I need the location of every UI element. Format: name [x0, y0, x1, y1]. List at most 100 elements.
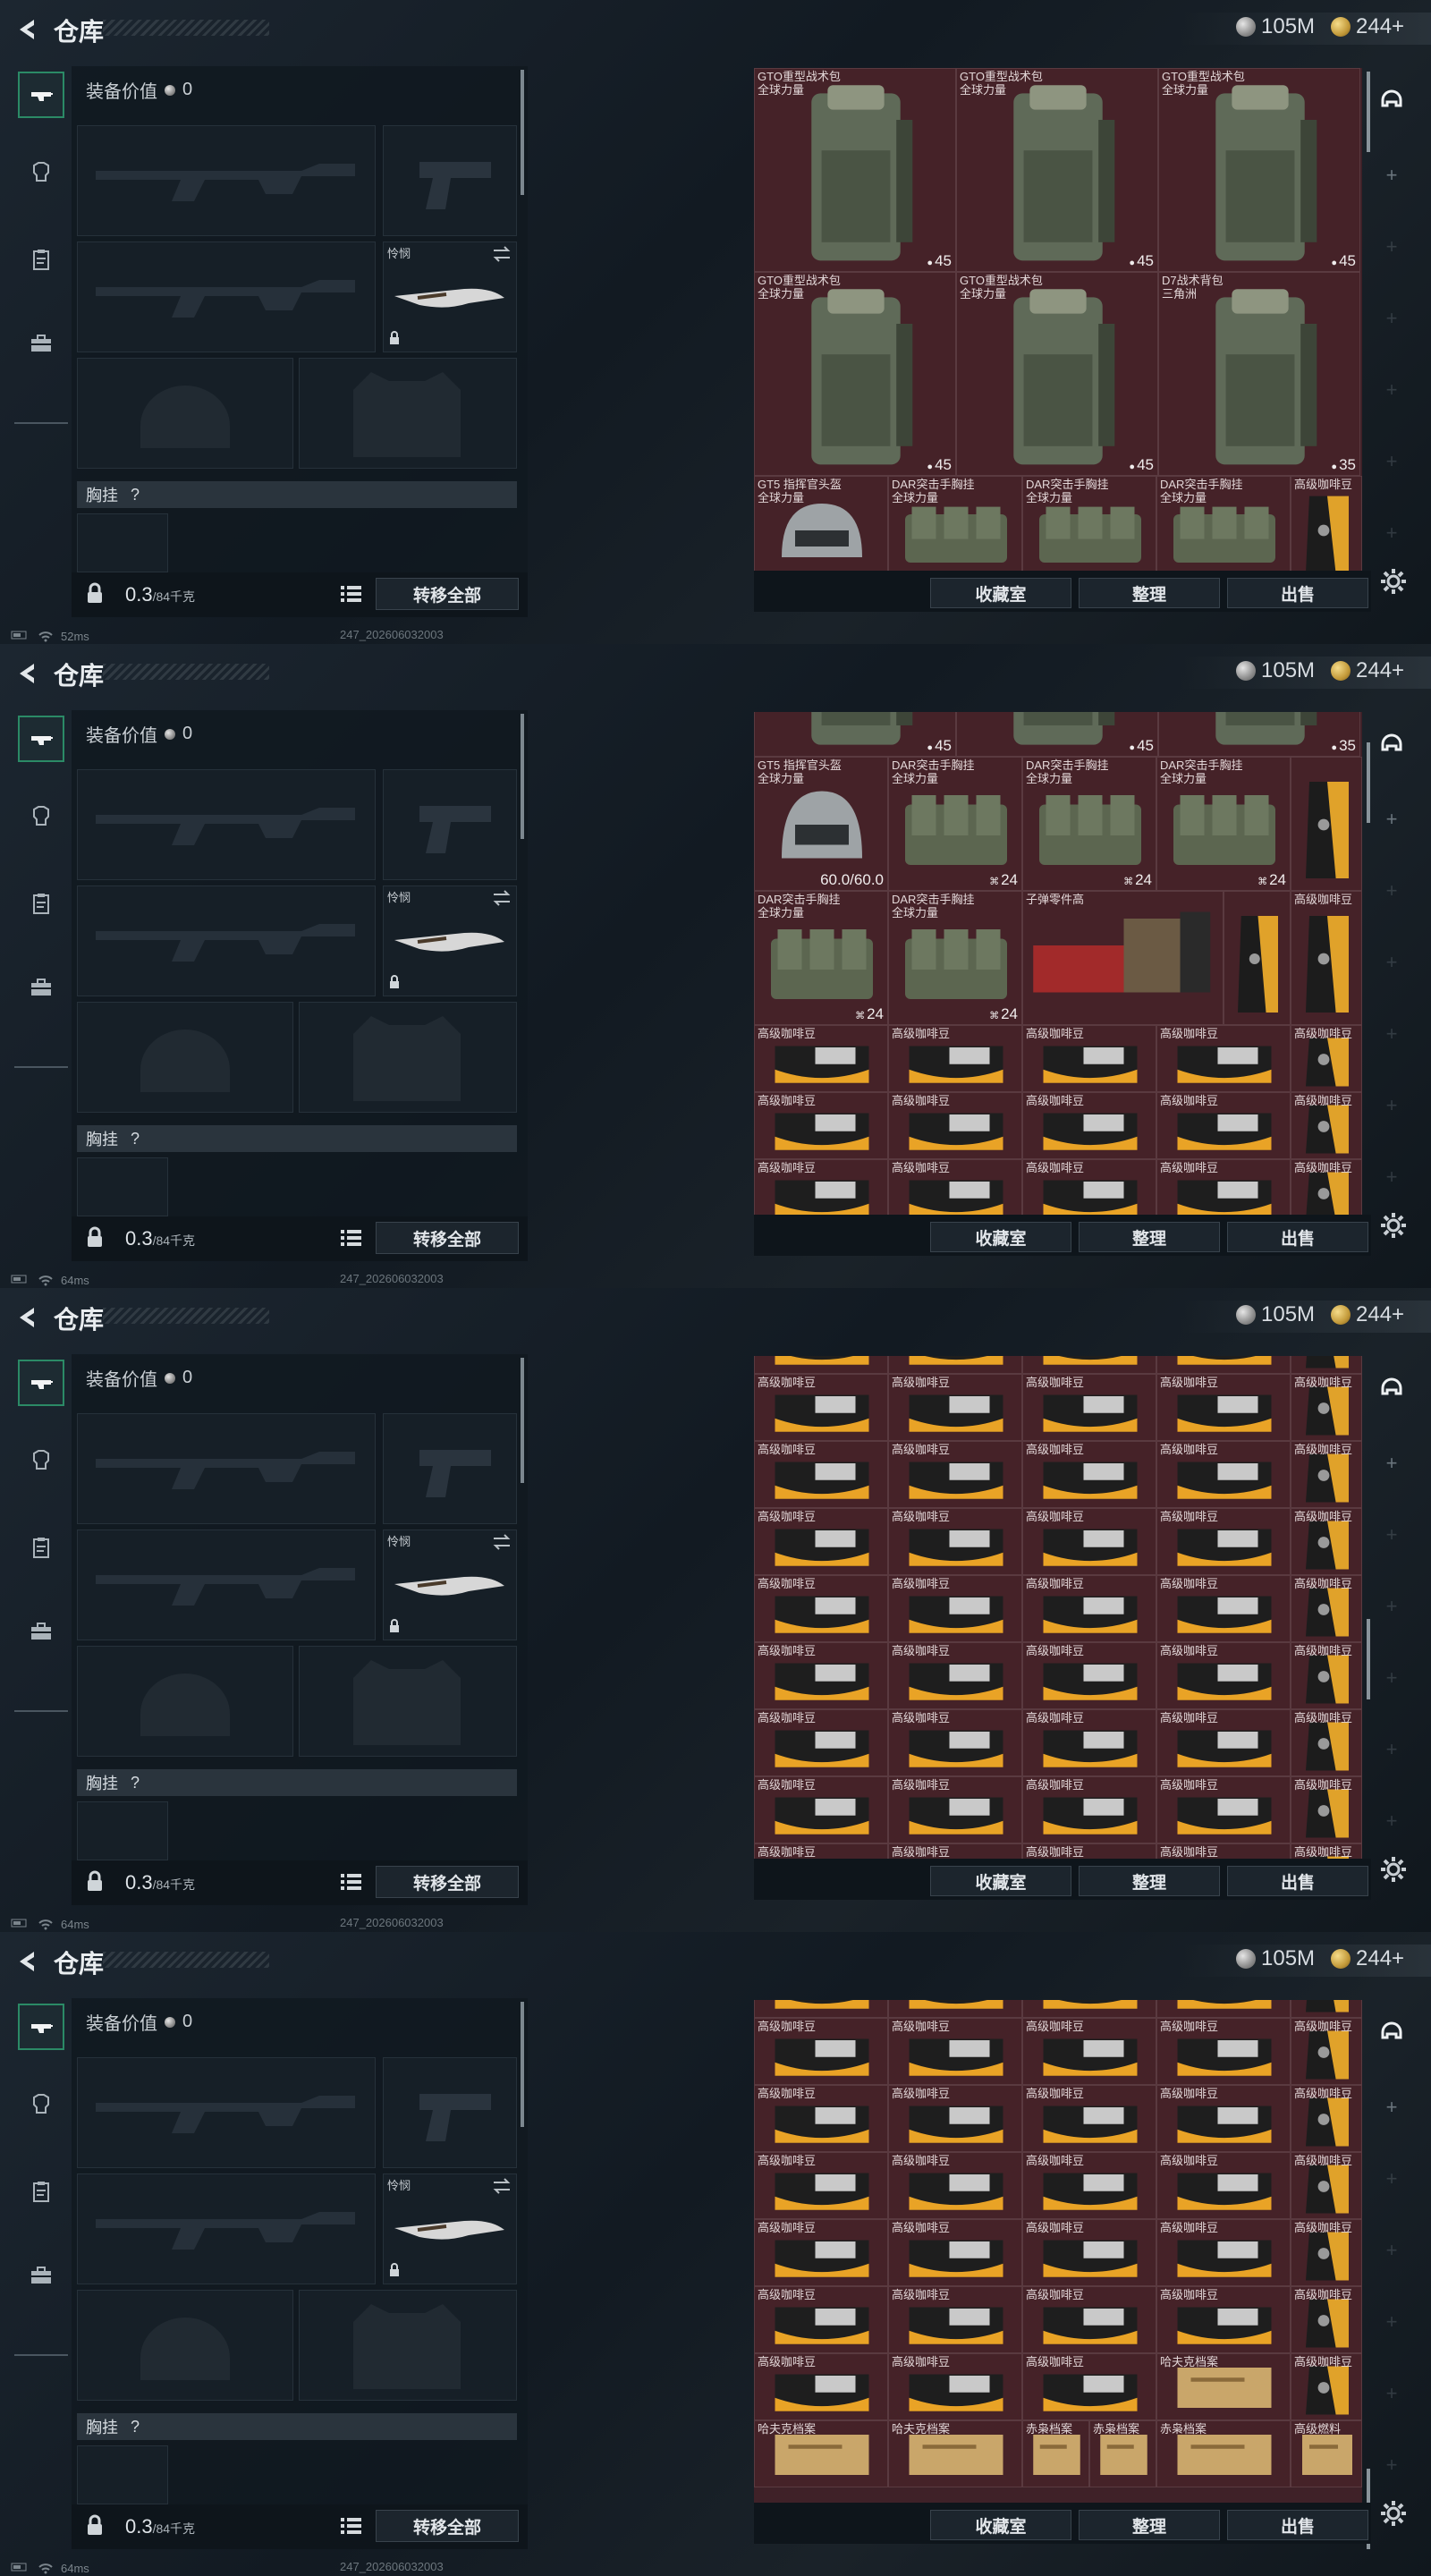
- storage-item-coffeebox[interactable]: 高级咖啡豆: [754, 1092, 888, 1159]
- loadout-scrollbar[interactable]: [521, 70, 524, 195]
- storage-item-coffeebox[interactable]: 高级咖啡豆: [754, 1709, 888, 1776]
- storage-home-button[interactable]: [1376, 730, 1408, 762]
- add-storage-button[interactable]: +: [1376, 302, 1408, 335]
- storage-item-coffeebox[interactable]: 高级咖啡豆: [888, 1776, 1022, 1843]
- secondary-weapon-slot[interactable]: [77, 886, 376, 996]
- storage-item-coffeebox[interactable]: 高级咖啡豆: [888, 2219, 1022, 2286]
- swap-icon[interactable]: [491, 244, 512, 268]
- storage-item-rig[interactable]: DAR突击手胸挂 全球力量: [888, 476, 1022, 571]
- chest-rig-slot[interactable]: [77, 2445, 168, 2504]
- storage-item-coffee[interactable]: 高级咖啡豆: [1291, 1642, 1362, 1709]
- tab-briefcase[interactable]: [18, 1610, 64, 1657]
- storage-item-coffeebox[interactable]: 高级咖啡豆: [1022, 1508, 1156, 1575]
- storage-item-coffeebox[interactable]: 高级咖啡豆: [1022, 2286, 1156, 2353]
- tab-briefcase[interactable]: [18, 966, 64, 1013]
- add-storage-button[interactable]: +: [1376, 1018, 1408, 1050]
- storage-item-coffeebox[interactable]: 高级咖啡豆: [888, 2152, 1022, 2219]
- add-storage-button[interactable]: +: [1376, 1447, 1408, 1479]
- storage-scrollbar[interactable]: [1367, 742, 1370, 823]
- storage-item-rig[interactable]: DAR突击手胸挂 全球力量: [1156, 476, 1291, 571]
- tab-weapon[interactable]: [18, 1360, 64, 1406]
- add-storage-button[interactable]: +: [1376, 2449, 1408, 2481]
- storage-item-backpack[interactable]: ● 35: [1158, 712, 1360, 757]
- loadout-scrollbar[interactable]: [521, 714, 524, 839]
- settings-gear-icon[interactable]: [1377, 2497, 1410, 2529]
- storage-item-coffeebox[interactable]: 高级咖啡豆: [754, 1356, 888, 1374]
- add-storage-button[interactable]: +: [1376, 231, 1408, 263]
- melee-slot[interactable]: 怜悯: [383, 242, 517, 352]
- storage-item-coffeebox[interactable]: 高级咖啡豆: [1156, 2152, 1291, 2219]
- loadout-scrollbar[interactable]: [521, 1358, 524, 1483]
- secondary-weapon-slot[interactable]: [77, 2174, 376, 2284]
- add-storage-button[interactable]: +: [1376, 159, 1408, 191]
- storage-item-backpack[interactable]: GTO重型战术包 全球力量 ● 45: [956, 68, 1158, 272]
- storage-item-doc[interactable]: 赤枭档案: [1022, 2420, 1089, 2487]
- storage-item-coffee[interactable]: 高级咖啡豆: [1291, 2085, 1362, 2152]
- storage-item-coffee[interactable]: 高级咖啡豆: [1291, 2152, 1362, 2219]
- swap-icon[interactable]: [491, 1532, 512, 1556]
- storage-item-doc[interactable]: 赤枭档案: [1156, 2420, 1291, 2487]
- storage-item-coffeebox[interactable]: 高级咖啡豆: [1156, 1575, 1291, 1642]
- storage-item-rig[interactable]: DAR突击手胸挂 全球力量: [1022, 476, 1156, 571]
- tab-weapon[interactable]: [18, 72, 64, 118]
- list-view-button[interactable]: [338, 1869, 365, 1894]
- swap-icon[interactable]: [491, 2176, 512, 2200]
- storage-item-coffeebox[interactable]: 高级咖啡豆: [1022, 1575, 1156, 1642]
- storage-item-backpack[interactable]: ● 45: [754, 712, 956, 757]
- sell-button[interactable]: 出售: [1227, 1866, 1368, 1896]
- back-button[interactable]: [14, 1948, 41, 1975]
- melee-slot[interactable]: 怜悯: [383, 886, 517, 996]
- storage-item-coffeebox[interactable]: 高级咖啡豆: [1022, 2000, 1156, 2018]
- swap-icon[interactable]: [491, 888, 512, 912]
- add-storage-button[interactable]: +: [1376, 517, 1408, 549]
- storage-item-coffeebox[interactable]: 高级咖啡豆: [754, 1025, 888, 1092]
- transfer-all-button[interactable]: 转移全部: [376, 578, 519, 610]
- storage-item-coffeebox[interactable]: 高级咖啡豆: [888, 1025, 1022, 1092]
- storage-item-coffeebox[interactable]: 高级咖啡豆: [1022, 1092, 1156, 1159]
- add-storage-button[interactable]: +: [1376, 946, 1408, 979]
- storage-item-coffeebox[interactable]: 高级咖啡豆: [1022, 1776, 1156, 1843]
- storage-item-coffeebox[interactable]: 高级咖啡豆: [1022, 1709, 1156, 1776]
- storage-item-parts[interactable]: 子弹零件高: [1022, 891, 1224, 1025]
- storage-item-coffeebox[interactable]: 高级咖啡豆: [1022, 1159, 1156, 1215]
- add-storage-button[interactable]: +: [1376, 2163, 1408, 2195]
- storage-item-rig[interactable]: DAR突击手胸挂 全球力量 ⌘ 24: [888, 891, 1022, 1025]
- chest-rig-slot[interactable]: [77, 1801, 168, 1860]
- list-view-button[interactable]: [338, 581, 365, 606]
- storage-item-coffeebox[interactable]: 高级咖啡豆: [888, 1092, 1022, 1159]
- help-icon[interactable]: ?: [131, 1774, 140, 1792]
- primary-weapon-slot[interactable]: [77, 125, 376, 236]
- list-view-button[interactable]: [338, 2513, 365, 2538]
- storage-item-coffeebox[interactable]: 高级咖啡豆: [754, 2286, 888, 2353]
- storage-item-coffee[interactable]: [1291, 757, 1362, 891]
- armor-slot[interactable]: [299, 358, 517, 469]
- tab-clipboard[interactable]: [18, 2170, 64, 2216]
- storage-item-coffee[interactable]: [1224, 891, 1291, 1025]
- armor-slot[interactable]: [299, 2290, 517, 2401]
- storage-item-coffeebox[interactable]: 高级咖啡豆: [888, 1441, 1022, 1508]
- helmet-slot[interactable]: [77, 2290, 293, 2401]
- primary-weapon-slot[interactable]: [77, 1413, 376, 1524]
- storage-item-coffeebox[interactable]: 高级咖啡豆: [754, 2000, 888, 2018]
- add-storage-button[interactable]: +: [1376, 1519, 1408, 1551]
- tab-clipboard[interactable]: [18, 1526, 64, 1572]
- sell-button[interactable]: 出售: [1227, 578, 1368, 608]
- pistol-slot[interactable]: [383, 1413, 517, 1524]
- storage-item-doc[interactable]: 哈夫克档案: [888, 2420, 1022, 2487]
- add-storage-button[interactable]: +: [1376, 1590, 1408, 1623]
- storage-item-coffeebox[interactable]: 高级咖啡豆: [1156, 1092, 1291, 1159]
- pistol-slot[interactable]: [383, 125, 517, 236]
- storage-item-coffeebox[interactable]: 高级咖啡豆: [1156, 1642, 1291, 1709]
- storage-item-coffeebox[interactable]: 高级咖啡豆: [888, 2018, 1022, 2085]
- back-button[interactable]: [14, 660, 41, 687]
- loadout-scrollbar[interactable]: [521, 2002, 524, 2127]
- storage-item-coffeebox[interactable]: 高级咖啡豆: [1022, 1642, 1156, 1709]
- sort-button[interactable]: 整理: [1079, 2510, 1220, 2540]
- transfer-all-button[interactable]: 转移全部: [376, 1222, 519, 1254]
- transfer-all-button[interactable]: 转移全部: [376, 2510, 519, 2542]
- storage-item-coffeebox[interactable]: 高级咖啡豆: [1022, 1441, 1156, 1508]
- primary-weapon-slot[interactable]: [77, 769, 376, 880]
- add-storage-button[interactable]: +: [1376, 1805, 1408, 1837]
- storage-item-coffeebox[interactable]: 高级咖啡豆: [1156, 2085, 1291, 2152]
- storage-item-coffeebox[interactable]: 高级咖啡豆: [1156, 1159, 1291, 1215]
